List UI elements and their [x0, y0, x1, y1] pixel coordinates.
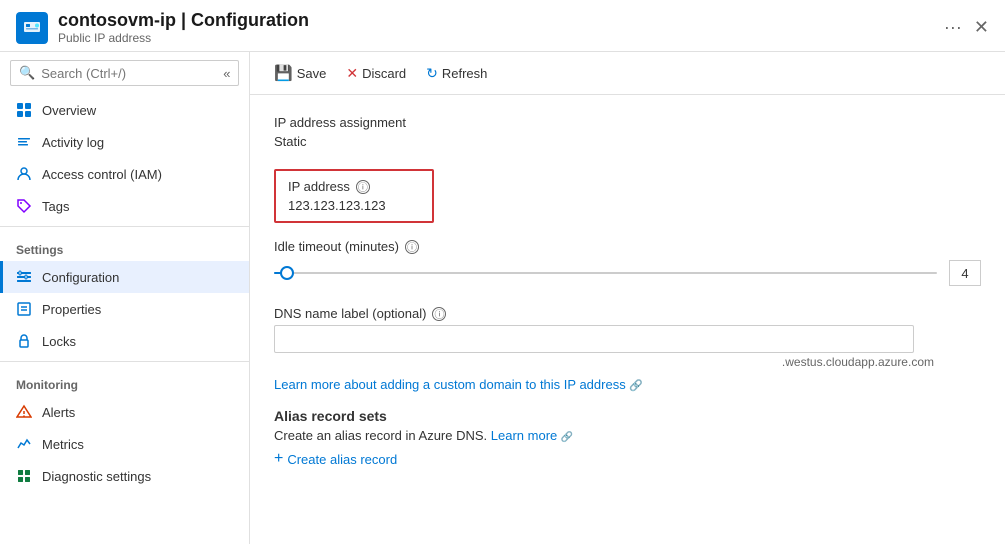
content-body: IP address assignment Static IP address … — [250, 95, 1005, 544]
save-button[interactable]: 💾 Save — [266, 60, 334, 86]
sidebar-item-label: Overview — [42, 103, 96, 118]
dns-name-info-icon[interactable]: ⓘ — [432, 307, 446, 321]
activity-icon — [16, 134, 32, 150]
search-container: 🔍 « — [10, 60, 239, 86]
ip-assignment-value: Static — [274, 134, 981, 149]
search-icon: 🔍 — [19, 65, 35, 81]
close-button[interactable]: ✕ — [974, 17, 989, 38]
save-label: Save — [297, 66, 327, 81]
sidebar-divider-monitoring — [0, 361, 249, 362]
save-icon: 💾 — [274, 64, 293, 82]
dns-name-section: DNS name label (optional) ⓘ .westus.clou… — [274, 306, 981, 369]
ip-assignment-label: IP address assignment — [274, 115, 981, 130]
sidebar-item-label: Tags — [42, 199, 69, 214]
external-link-icon: 🔗 — [629, 380, 643, 392]
access-icon — [16, 166, 32, 182]
sidebar-item-metrics[interactable]: Metrics — [0, 428, 249, 460]
ip-address-label: IP address — [288, 179, 350, 194]
sidebar-item-label: Activity log — [42, 135, 104, 150]
discard-button[interactable]: ✕ Discard — [338, 61, 414, 86]
properties-icon — [16, 301, 32, 317]
learn-more-link[interactable]: Learn more about adding a custom domain … — [274, 377, 643, 392]
sidebar-item-label: Properties — [42, 302, 101, 317]
sidebar-item-overview[interactable]: Overview — [0, 94, 249, 126]
page-subtitle: Public IP address — [58, 31, 309, 45]
settings-section-header: Settings — [0, 231, 249, 261]
overview-icon — [16, 102, 32, 118]
dns-suffix: .westus.cloudapp.azure.com — [274, 355, 934, 369]
sidebar-item-label: Locks — [42, 334, 76, 349]
idle-timeout-label: Idle timeout (minutes) ⓘ — [274, 239, 981, 254]
sidebar-item-alerts[interactable]: Alerts — [0, 396, 249, 428]
alias-record-sets-section: Alias record sets Create an alias record… — [274, 408, 981, 467]
page-title: contosovm-ip | Configuration — [58, 10, 309, 31]
sidebar-item-diagnostic-settings[interactable]: Diagnostic settings — [0, 460, 249, 492]
create-alias-label: Create alias record — [287, 452, 397, 467]
refresh-icon: ↻ — [426, 65, 438, 82]
plus-icon: + — [274, 451, 283, 467]
ip-label-row: IP address ⓘ — [288, 179, 420, 194]
sidebar-item-activity-log[interactable]: Activity log — [0, 126, 249, 158]
refresh-button[interactable]: ↻ Refresh — [418, 61, 495, 86]
idle-timeout-value: 4 — [949, 260, 981, 286]
dns-name-label: DNS name label (optional) ⓘ — [274, 306, 981, 321]
dns-name-input[interactable] — [274, 325, 914, 353]
alert-icon — [16, 404, 32, 420]
idle-timeout-slider-container: 4 — [274, 260, 981, 286]
content-area: 💾 Save ✕ Discard ↻ Refresh IP address as… — [250, 52, 1005, 544]
toolbar: 💾 Save ✕ Discard ↻ Refresh — [250, 52, 1005, 95]
discard-label: Discard — [362, 66, 406, 81]
sidebar-item-properties[interactable]: Properties — [0, 293, 249, 325]
alias-learn-more-link[interactable]: Learn more 🔗 — [491, 428, 574, 443]
alias-record-sets-title: Alias record sets — [274, 408, 981, 424]
sidebar-item-label: Metrics — [42, 437, 84, 452]
title-text: contosovm-ip | Configuration Public IP a… — [58, 10, 309, 45]
sidebar-item-label: Configuration — [42, 270, 119, 285]
sidebar-item-label: Diagnostic settings — [42, 469, 151, 484]
collapse-button[interactable]: « — [223, 66, 230, 81]
sidebar-item-tags[interactable]: Tags — [0, 190, 249, 222]
sidebar: 🔍 « Overview Activity log Access control… — [0, 52, 250, 544]
sidebar-divider-settings — [0, 226, 249, 227]
resource-icon — [16, 12, 48, 44]
more-button[interactable]: ··· — [944, 17, 962, 38]
sidebar-item-label: Access control (IAM) — [42, 167, 162, 182]
title-bar: contosovm-ip | Configuration Public IP a… — [0, 0, 1005, 52]
metrics-icon — [16, 436, 32, 452]
ip-address-info-icon[interactable]: ⓘ — [356, 180, 370, 194]
ip-address-value: 123.123.123.123 — [288, 198, 420, 213]
search-input[interactable] — [41, 66, 217, 81]
sidebar-item-label: Alerts — [42, 405, 75, 420]
discard-icon: ✕ — [346, 65, 358, 82]
sidebar-item-locks[interactable]: Locks — [0, 325, 249, 357]
tag-icon — [16, 198, 32, 214]
alias-record-sets-desc: Create an alias record in Azure DNS. Lea… — [274, 428, 981, 443]
monitoring-section-header: Monitoring — [0, 366, 249, 396]
ip-address-box: IP address ⓘ 123.123.123.123 — [274, 169, 434, 223]
slider-thumb[interactable] — [280, 266, 294, 280]
alias-external-link-icon: 🔗 — [561, 432, 573, 443]
config-icon — [16, 269, 32, 285]
ip-address-section: IP address ⓘ 123.123.123.123 — [274, 165, 981, 223]
lock-icon — [16, 333, 32, 349]
main-layout: 🔍 « Overview Activity log Access control… — [0, 52, 1005, 544]
ip-assignment-section: IP address assignment Static — [274, 115, 981, 149]
sidebar-item-configuration[interactable]: Configuration — [0, 261, 249, 293]
sidebar-item-access-control[interactable]: Access control (IAM) — [0, 158, 249, 190]
title-left: contosovm-ip | Configuration Public IP a… — [16, 10, 309, 45]
title-actions: ··· ✕ — [944, 17, 989, 38]
refresh-label: Refresh — [442, 66, 488, 81]
slider-track — [274, 272, 937, 274]
learn-more-section: Learn more about adding a custom domain … — [274, 377, 981, 392]
idle-timeout-info-icon[interactable]: ⓘ — [405, 240, 419, 254]
create-alias-button[interactable]: + Create alias record — [274, 451, 397, 467]
diagnostic-icon — [16, 468, 32, 484]
idle-timeout-section: Idle timeout (minutes) ⓘ 4 — [274, 239, 981, 286]
